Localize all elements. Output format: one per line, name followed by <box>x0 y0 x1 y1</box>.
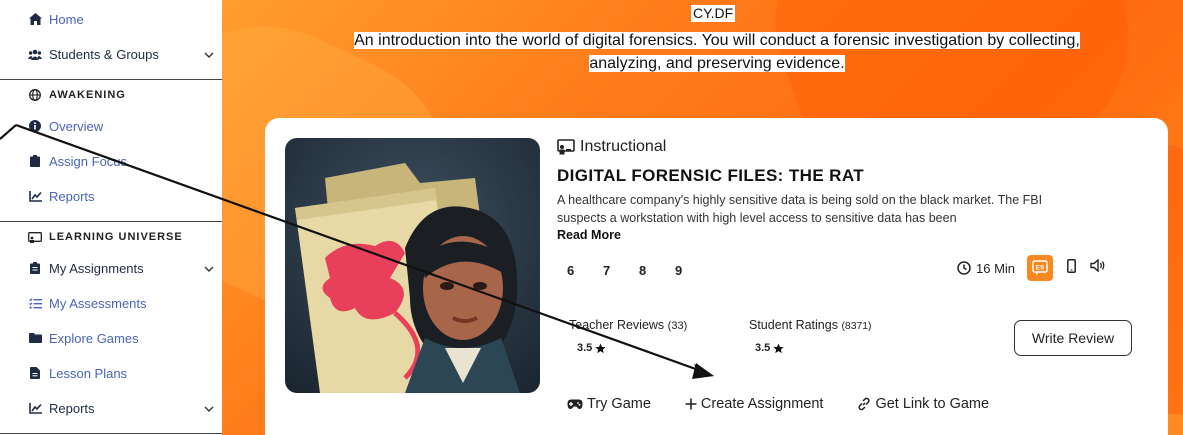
sidebar-item-reports-awakening[interactable]: Reports <box>28 187 95 205</box>
clipboard-list-icon <box>28 261 42 275</box>
duration: 16 Min <box>957 261 1015 276</box>
teacher-rating: 3.5 <box>577 342 606 354</box>
student-ratings[interactable]: Student Ratings (8371) <box>749 318 872 332</box>
get-link-button[interactable]: Get Link to Game <box>857 396 989 412</box>
sidebar-item-label: My Assignments <box>49 260 144 276</box>
teacher-rating-value: 3.5 <box>577 342 593 354</box>
audio-icon <box>1090 258 1106 277</box>
chevron-down-icon[interactable] <box>204 401 214 416</box>
create-assignment-button[interactable]: Create Assignment <box>685 396 824 412</box>
gamepad-icon <box>567 399 583 410</box>
sidebar-divider <box>0 79 222 80</box>
sidebar-item-my-assessments[interactable]: My Assessments <box>28 294 147 312</box>
sidebar-item-my-assignments[interactable]: My Assignments <box>28 259 214 277</box>
section-learning-universe: LEARNING UNIVERSE <box>28 229 183 245</box>
game-title: DIGITAL FORENSIC FILES: THE RAT <box>557 166 865 185</box>
sidebar-item-label: Assign Focus <box>49 153 128 169</box>
sidebar-item-overview[interactable]: Overview <box>28 117 103 135</box>
sidebar-item-lesson-plans[interactable]: Lesson Plans <box>28 364 127 382</box>
globe-icon <box>28 88 42 102</box>
game-cover-image[interactable] <box>285 138 540 393</box>
duration-label: 16 Min <box>976 260 1016 276</box>
read-more-link[interactable]: Read More <box>557 228 621 242</box>
chevron-down-icon[interactable] <box>204 261 214 276</box>
get-link-label: Get Link to Game <box>875 396 990 412</box>
game-card: Instructional DIGITAL FORENSIC FILES: TH… <box>265 118 1168 435</box>
course-description-line: An introduction into the world of digita… <box>354 32 1080 49</box>
chevron-down-icon[interactable] <box>204 47 214 62</box>
star-icon <box>773 342 784 353</box>
teacher-reviews[interactable]: Teacher Reviews (33) <box>569 318 687 332</box>
info-icon <box>28 119 42 133</box>
try-game-label: Try Game <box>587 396 651 412</box>
grade-levels: 6 7 8 9 <box>567 263 711 278</box>
users-icon <box>28 47 42 61</box>
plus-icon <box>685 398 697 410</box>
sidebar-item-assign-focus[interactable]: Assign Focus <box>28 152 127 170</box>
grade-level: 7 <box>603 263 611 278</box>
section-awakening: AWAKENING <box>28 87 126 103</box>
sidebar-item-label: Students & Groups <box>49 46 159 62</box>
sidebar-item-home[interactable]: Home <box>28 10 84 28</box>
folder-icon <box>28 331 42 345</box>
game-actions: Try Game Create Assignment Get Link to G… <box>567 396 1023 412</box>
try-game-button[interactable]: Try Game <box>567 396 651 412</box>
grade-level: 6 <box>567 263 575 278</box>
sidebar-divider <box>0 221 222 222</box>
sidebar-item-explore-games[interactable]: Explore Games <box>28 329 139 347</box>
write-review-button[interactable]: Write Review <box>1014 320 1132 356</box>
sidebar-item-label: Reports <box>49 400 95 416</box>
course-description: An introduction into the world of digita… <box>294 29 1140 75</box>
sidebar-item-students-groups[interactable]: Students & Groups <box>28 45 214 63</box>
home-icon <box>28 12 42 26</box>
list-check-icon <box>28 296 42 310</box>
game-description-line: A healthcare company's highly sensitive … <box>557 193 1043 207</box>
sidebar-item-label: Overview <box>49 118 104 134</box>
grade-level: 8 <box>639 263 647 278</box>
teacher-reviews-label: Teacher Reviews <box>569 318 665 332</box>
star-icon <box>595 342 606 353</box>
sidebar-divider <box>0 433 222 434</box>
sidebar-item-reports-learning[interactable]: Reports <box>28 399 214 417</box>
link-icon <box>857 397 871 411</box>
clipboard-icon <box>28 154 42 168</box>
sidebar-item-label: My Assessments <box>49 295 147 311</box>
course-description-line: analyzing, and preserving evidence. <box>589 55 845 72</box>
mobile-icon <box>1067 258 1076 278</box>
create-assignment-label: Create Assignment <box>700 396 824 412</box>
game-description: A healthcare company's highly sensitive … <box>557 191 1117 227</box>
section-label: LEARNING UNIVERSE <box>49 231 183 243</box>
language-es-badge[interactable]: ES <box>1027 255 1054 281</box>
grade-level: 9 <box>675 263 683 278</box>
student-ratings-label: Student Ratings <box>749 318 838 332</box>
game-meta: 16 Min ES <box>957 255 1106 281</box>
game-type-label: Instructional <box>580 138 667 155</box>
student-ratings-count: (8371) <box>841 321 872 332</box>
sidebar: Home Students & Groups AWAKENING Overvie… <box>0 0 222 435</box>
file-icon <box>28 366 42 380</box>
game-type-tag: Instructional <box>557 138 666 156</box>
teacher-reviews-count: (33) <box>667 320 688 332</box>
course-code: CY.DF <box>691 5 736 22</box>
sidebar-item-label: Home <box>49 11 84 27</box>
sidebar-item-label: Reports <box>49 188 95 204</box>
clock-icon <box>957 261 971 275</box>
chalkboard-teacher-icon <box>557 139 575 155</box>
game-description-line: suspects a workstation with high level a… <box>557 211 957 225</box>
chart-line-icon <box>28 401 42 415</box>
student-rating-value: 3.5 <box>755 342 771 354</box>
sidebar-item-label: Explore Games <box>49 330 139 346</box>
student-rating: 3.5 <box>755 342 784 354</box>
chalkboard-icon <box>28 230 42 244</box>
section-label: AWAKENING <box>49 89 126 101</box>
svg-text:ES: ES <box>1036 265 1045 272</box>
sidebar-item-label: Lesson Plans <box>49 365 128 381</box>
chart-line-icon <box>28 189 42 203</box>
